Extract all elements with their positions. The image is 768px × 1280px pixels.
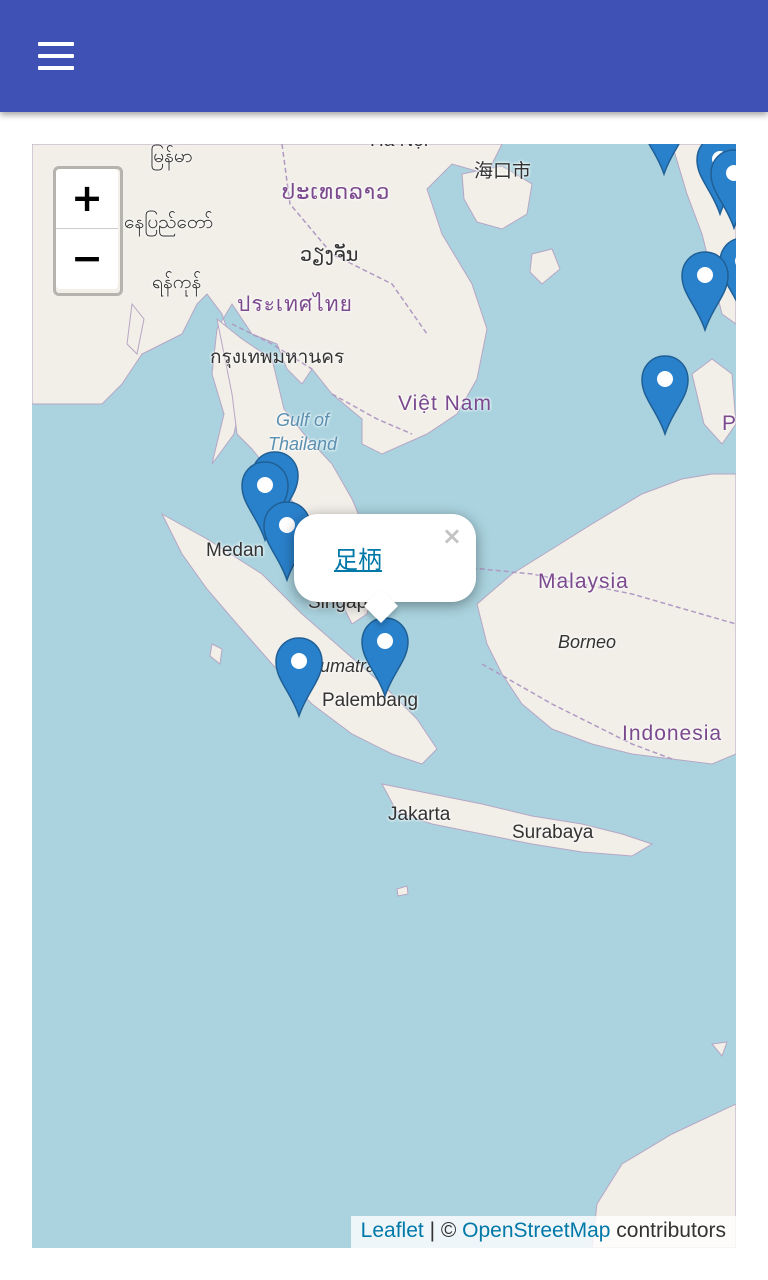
label-indonesia: Indonesia — [622, 722, 723, 745]
label-myanmar: မြန်မာ — [150, 146, 193, 167]
map-marker-selected[interactable] — [360, 616, 410, 699]
label-hanoi: Hà Nội — [370, 144, 428, 152]
label-haikou: 海口市 — [474, 161, 532, 182]
leaflet-link[interactable]: Leaflet — [361, 1219, 424, 1242]
app-bar — [0, 0, 768, 112]
attribution-separator: | © — [423, 1219, 463, 1242]
map-marker[interactable] — [680, 250, 730, 333]
label-vientiane: ວຽງຈັນ — [300, 245, 359, 266]
map-container[interactable]: + − မြန်မာ နေပြည်တော် ရန်ကုန် ປະເທດລາວ ວ… — [32, 144, 736, 1248]
label-naypyidaw: နေပြည်တော် — [124, 212, 214, 233]
map-marker[interactable] — [639, 144, 689, 177]
zoom-out-button[interactable]: − — [56, 229, 118, 289]
attribution-suffix: contributors — [610, 1219, 726, 1242]
zoom-in-button[interactable]: + — [56, 169, 118, 229]
map-attribution: Leaflet | © OpenStreetMap contributors — [350, 1216, 736, 1248]
label-jakarta: Jakarta — [388, 804, 451, 825]
label-medan: Medan — [206, 540, 265, 561]
label-malaysia: Malaysia — [538, 570, 629, 593]
zoom-control: + − — [53, 166, 123, 296]
map-marker[interactable] — [274, 636, 324, 719]
label-surabaya: Surabaya — [512, 822, 594, 843]
map-marker[interactable] — [640, 354, 690, 437]
label-philippines-partial: P — [722, 412, 736, 435]
map-popup: 足柄 × — [294, 514, 476, 623]
popup-location-link[interactable]: 足柄 — [334, 540, 382, 575]
label-thailand: ประเทศไทย — [237, 293, 353, 316]
map-marker[interactable] — [709, 148, 736, 231]
label-laos: ປະເທດລາວ — [282, 181, 391, 204]
label-borneo: Borneo — [558, 632, 617, 652]
label-bangkok: กรุงเทพมหานคร — [210, 347, 345, 368]
openstreetmap-link[interactable]: OpenStreetMap — [462, 1219, 610, 1242]
label-vietnam: Việt Nam — [398, 392, 492, 415]
label-gulf-line1: Gulf of — [276, 410, 330, 430]
hamburger-menu-icon[interactable] — [24, 30, 88, 82]
popup-close-icon[interactable]: × — [442, 522, 462, 550]
label-yangon: ရန်ကုန် — [152, 272, 202, 293]
